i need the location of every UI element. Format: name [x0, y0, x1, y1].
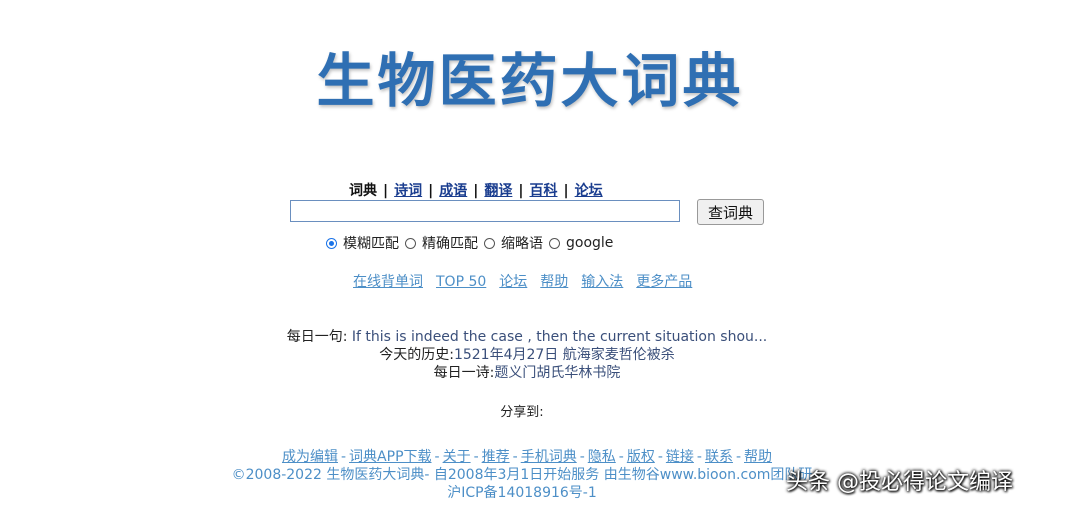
search-input[interactable] [290, 200, 680, 222]
option-label: google [566, 235, 614, 251]
match-options: 模糊匹配 精确匹配 缩略语 google [326, 233, 619, 253]
tab-separator: | [563, 183, 569, 199]
tab-poetry[interactable]: 诗词 [394, 183, 422, 199]
link-online-vocabulary[interactable]: 在线背单词 [353, 274, 423, 290]
link-help[interactable]: 帮助 [540, 274, 568, 290]
footer-link-become-editor[interactable]: 成为编辑 [282, 449, 338, 465]
footer-link-copyright[interactable]: 版权 [627, 449, 655, 465]
tab-separator: | [518, 183, 524, 199]
tab-separator: | [383, 183, 389, 199]
footer-link-mobile-dictionary[interactable]: 手机词典 [521, 449, 577, 465]
daily-sentence-text[interactable]: If this is indeed the case , then the cu… [352, 329, 767, 345]
footer-link-privacy[interactable]: 隐私 [588, 449, 616, 465]
tab-forum[interactable]: 论坛 [575, 183, 603, 199]
radio-unchecked-icon[interactable] [405, 237, 416, 249]
share-label: 分享到: [500, 405, 544, 420]
radio-unchecked-icon[interactable] [484, 237, 495, 249]
daily-poem-label: 每日一诗: [433, 365, 495, 381]
link-forum[interactable]: 论坛 [499, 274, 527, 290]
footer-links: 成为编辑 - 词典APP下载 - 关于 - 推荐 - 手机词典 - 隐私 - 版权 - 链接 - 联系 - 帮助 [281, 449, 773, 465]
option-google[interactable]: google [549, 235, 613, 251]
daily-history: 今天的历史:1521年4月27日 航海家麦哲伦被杀 [0, 346, 1054, 364]
tab-dictionary[interactable]: 词典 [349, 183, 377, 199]
tab-separator: | [473, 183, 479, 199]
tab-idioms[interactable]: 成语 [439, 183, 467, 199]
daily-section: 每日一句: If this is indeed the case , then … [0, 328, 1054, 382]
option-abbreviation[interactable]: 缩略语 [484, 233, 543, 253]
link-input-method[interactable]: 输入法 [581, 274, 623, 290]
footer-link-help[interactable]: 帮助 [744, 449, 772, 465]
link-top50[interactable]: TOP 50 [436, 274, 486, 290]
tab-translate[interactable]: 翻译 [484, 183, 512, 199]
daily-poem: 每日一诗:题义门胡氏华林书院 [0, 364, 1054, 382]
option-exact-match[interactable]: 精确匹配 [405, 233, 478, 253]
daily-sentence: 每日一句: If this is indeed the case , then … [0, 328, 1054, 346]
radio-checked-icon[interactable] [326, 237, 337, 249]
footer-link-contact[interactable]: 联系 [705, 449, 733, 465]
search-category-tabs: 词典 | 诗词 | 成语 | 翻译 | 百科 | 论坛 [349, 180, 603, 200]
footer-link-recommend[interactable]: 推荐 [482, 449, 510, 465]
footer-link-links[interactable]: 链接 [666, 449, 694, 465]
footer-link-app-download[interactable]: 词典APP下载 [349, 449, 431, 465]
option-fuzzy-match[interactable]: 模糊匹配 [326, 233, 399, 253]
option-label: 精确匹配 [422, 236, 478, 252]
watermark: 头条 @投必得论文编译 [786, 470, 1013, 495]
link-more-products[interactable]: 更多产品 [636, 274, 692, 290]
daily-history-text[interactable]: 1521年4月27日 航海家麦哲伦被杀 [454, 347, 675, 363]
option-label: 模糊匹配 [343, 236, 399, 252]
option-label: 缩略语 [501, 236, 543, 252]
daily-sentence-label: 每日一句: [286, 329, 348, 345]
quick-links: 在线背单词 TOP 50 论坛 帮助 输入法 更多产品 [353, 271, 705, 291]
daily-poem-text[interactable]: 题义门胡氏华林书院 [494, 365, 620, 381]
tab-separator: | [428, 183, 434, 199]
site-logo: 生物医药大词典 [316, 47, 744, 115]
footer-link-about[interactable]: 关于 [443, 449, 471, 465]
tab-encyclopedia[interactable]: 百科 [530, 183, 558, 199]
radio-unchecked-icon[interactable] [549, 237, 560, 249]
daily-history-label: 今天的历史: [379, 347, 454, 363]
search-button[interactable]: 查词典 [697, 199, 764, 225]
